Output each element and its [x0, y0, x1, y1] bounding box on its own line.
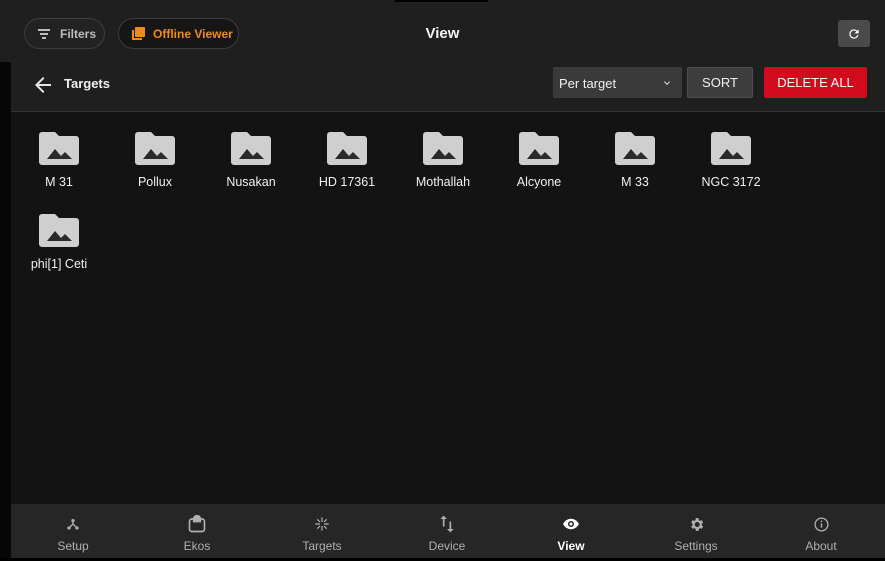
- nav-label: View: [557, 539, 585, 553]
- sub-toolbar: Targets Per target SORT DELETE ALL: [11, 62, 885, 112]
- folder-label: Nusakan: [226, 175, 276, 189]
- image-folder-icon: [615, 132, 655, 165]
- chevron-down-icon: [664, 81, 670, 85]
- refresh-icon: [849, 28, 859, 39]
- nav-item-view[interactable]: View: [509, 504, 633, 561]
- nav-item-setup[interactable]: Setup: [11, 504, 135, 561]
- image-folder-icon: [135, 132, 175, 165]
- nav-item-settings[interactable]: Settings: [634, 504, 758, 561]
- image-folder-icon: [231, 132, 271, 165]
- nav-item-device[interactable]: Device: [385, 504, 509, 561]
- group-by-value: Per target: [559, 76, 617, 91]
- folder-label: Alcyone: [516, 175, 562, 189]
- bottom-nav: Setup Ekos Targets Device View Settings: [11, 504, 885, 561]
- left-edge: [0, 62, 11, 561]
- image-folder-icon: [39, 132, 79, 165]
- refresh-button[interactable]: [838, 20, 870, 47]
- folder-label: M 31: [45, 175, 73, 189]
- nav-item-ekos[interactable]: Ekos: [135, 504, 259, 561]
- arrow-left-icon: [35, 77, 51, 93]
- sort-button[interactable]: SORT: [687, 67, 753, 98]
- folder-item[interactable]: Alcyone: [491, 112, 587, 189]
- folder-item[interactable]: Nusakan: [203, 112, 299, 189]
- nav-label: Setup: [57, 539, 89, 553]
- breadcrumb: Targets: [64, 76, 110, 91]
- folder-item[interactable]: Mothallah: [395, 112, 491, 189]
- folder-item[interactable]: M 33: [587, 112, 683, 189]
- nav-label: About: [805, 539, 837, 553]
- info-icon: [811, 514, 831, 534]
- folder-label: phi[1] Ceti: [30, 257, 88, 271]
- folder-label: NGC 3172: [701, 175, 761, 189]
- folder-item[interactable]: HD 17361: [299, 112, 395, 189]
- folder-item[interactable]: phi[1] Ceti: [11, 194, 107, 271]
- folder-label: Pollux: [137, 175, 173, 189]
- delete-all-button[interactable]: DELETE ALL: [764, 67, 867, 98]
- nav-label: Ekos: [183, 539, 211, 553]
- folder-item[interactable]: Pollux: [107, 112, 203, 189]
- image-folder-icon: [39, 214, 79, 247]
- top-bar: Filters Offline Viewer View: [0, 0, 885, 62]
- nav-item-about[interactable]: About: [759, 504, 883, 561]
- targets-icon: [312, 514, 332, 534]
- gear-icon: [686, 514, 706, 534]
- device-icon: [437, 514, 457, 534]
- folder-item[interactable]: M 31: [11, 112, 107, 189]
- image-folder-icon: [423, 132, 463, 165]
- folder-label: HD 17361: [318, 175, 376, 189]
- nav-label: Targets: [302, 539, 342, 553]
- image-folder-icon: [519, 132, 559, 165]
- image-folder-icon: [711, 132, 751, 165]
- nav-label: Device: [428, 539, 466, 553]
- eye-icon: [561, 514, 581, 534]
- setup-icon: [63, 514, 83, 534]
- folder-label: M 33: [621, 175, 649, 189]
- nav-item-targets[interactable]: Targets: [260, 504, 384, 561]
- folder-grid: M 31 Pollux Nusakan HD 17361 Mothallah A…: [11, 112, 885, 504]
- nav-label: Settings: [674, 539, 718, 553]
- image-folder-icon: [327, 132, 367, 165]
- page-title: View: [425, 25, 460, 42]
- folder-item[interactable]: NGC 3172: [683, 112, 779, 189]
- top-notch: [395, 0, 488, 2]
- group-by-select[interactable]: Per target: [553, 67, 682, 98]
- folder-label: Mothallah: [415, 175, 471, 189]
- ekos-icon: [187, 514, 207, 534]
- back-button[interactable]: [31, 73, 55, 97]
